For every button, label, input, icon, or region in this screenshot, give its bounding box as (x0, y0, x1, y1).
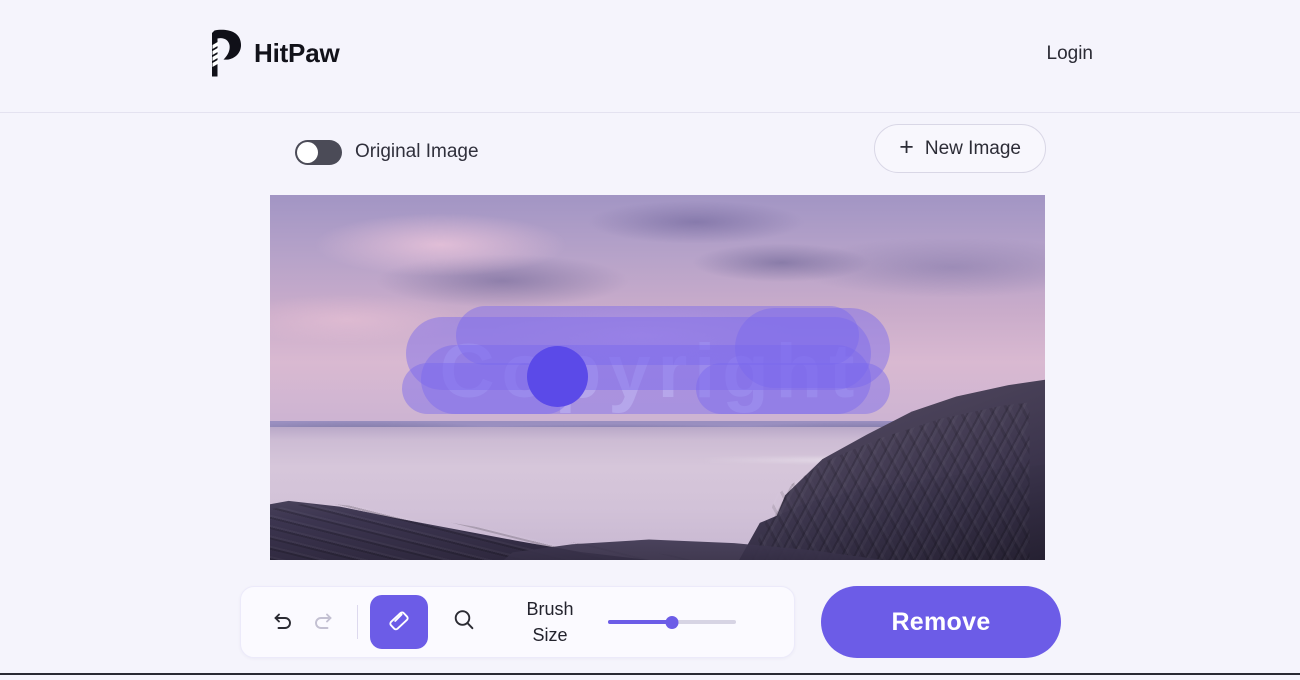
page-bottom-rule (0, 673, 1300, 675)
eraser-icon (385, 606, 413, 639)
new-image-button[interactable]: + New Image (874, 124, 1046, 173)
app-header: HitPaw Login (0, 0, 1300, 113)
login-link[interactable]: Login (1047, 43, 1094, 65)
brush-size-label-line2: Size (532, 625, 568, 645)
zoom-button[interactable] (444, 602, 484, 642)
original-image-label: Original Image (355, 141, 479, 162)
brand-name: HitPaw (254, 37, 340, 68)
watermark-text: Copyright (439, 329, 862, 414)
image-canvas[interactable]: Copyright (270, 195, 1045, 560)
toolbar-divider (357, 605, 358, 639)
redo-button[interactable] (303, 602, 343, 642)
remove-button[interactable]: Remove (821, 586, 1061, 658)
original-image-toggle-group[interactable]: Original Image (295, 132, 479, 172)
controls-row: Original Image + New Image (270, 124, 1046, 173)
brand[interactable]: HitPaw (205, 28, 340, 78)
redo-icon (310, 607, 336, 638)
watermark-overlay: Copyright (270, 195, 1045, 560)
new-image-label: New Image (924, 137, 1021, 159)
undo-icon (270, 607, 296, 638)
brush-size-label-line1: Brush (526, 599, 574, 619)
slider-thumb[interactable] (665, 616, 679, 629)
eraser-button[interactable] (370, 595, 428, 649)
magnifier-icon (450, 606, 478, 639)
slider-fill (608, 620, 672, 624)
hitpaw-paw-p-logo-icon (205, 28, 243, 78)
undo-button[interactable] (263, 602, 303, 642)
toggle-knob (297, 141, 318, 163)
plus-icon: + (899, 133, 914, 161)
original-image-toggle[interactable] (295, 139, 342, 165)
editor-toolbar: Brush Size (240, 586, 795, 658)
brush-size-label: Brush Size (514, 596, 586, 648)
brush-size-slider[interactable] (608, 612, 736, 632)
